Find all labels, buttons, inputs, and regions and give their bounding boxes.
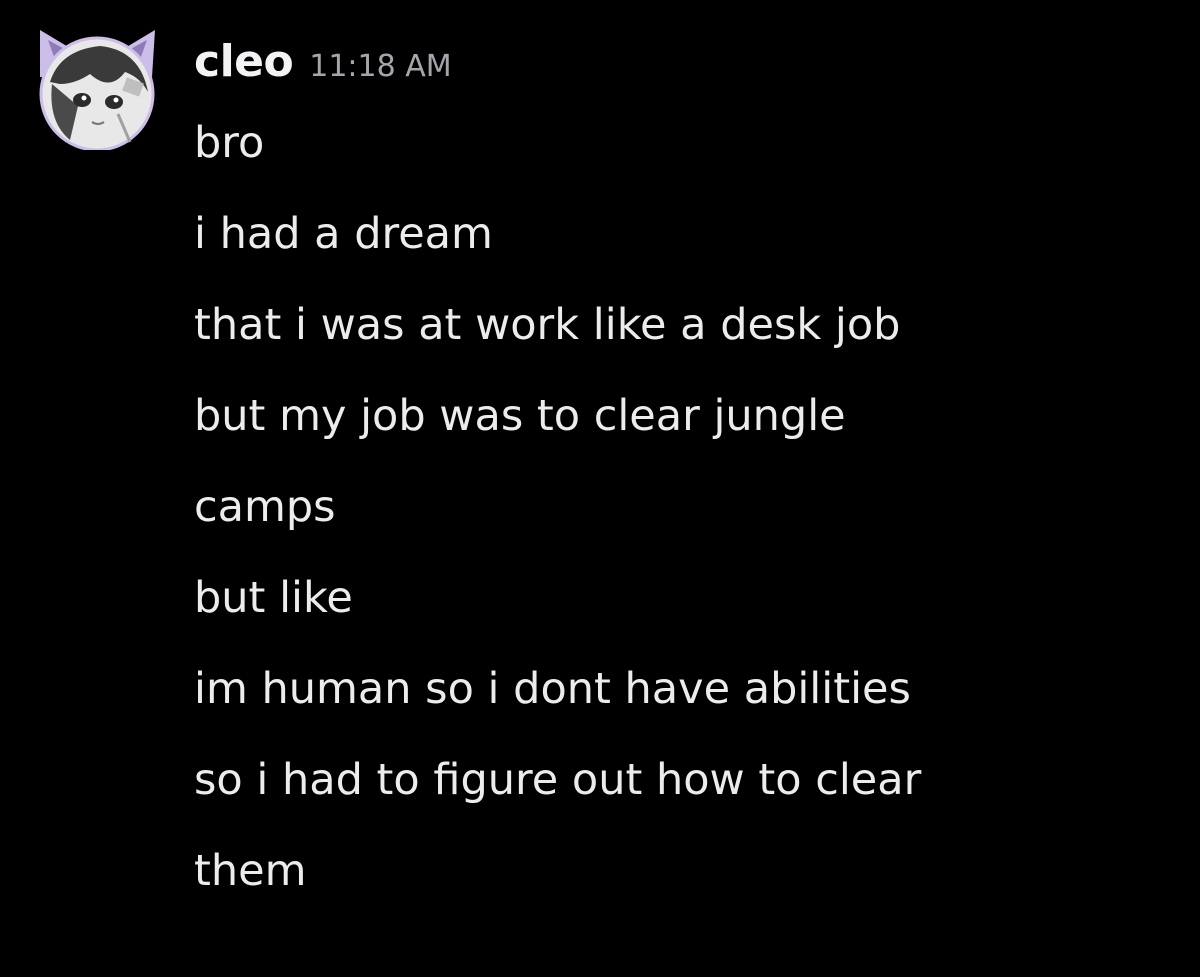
message-line: camps — [194, 482, 336, 532]
message-content: cleo 11:18 AM bro i had a dream that i w… — [194, 36, 1184, 917]
username[interactable]: cleo — [194, 36, 294, 87]
message-line: that i was at work like a desk job — [194, 300, 901, 350]
avatar[interactable] — [30, 22, 165, 150]
message-header: cleo 11:18 AM — [194, 36, 1184, 94]
message-line: so i had to figure out how to clear — [194, 755, 922, 805]
message-line: bro — [194, 118, 265, 168]
chat-message: cleo 11:18 AM bro i had a dream that i w… — [0, 0, 1200, 977]
message-line: but my job was to clear jungle — [194, 391, 846, 441]
message-line: im human so i dont have abilities — [194, 664, 911, 714]
message-lines: bro i had a dream that i was at work lik… — [194, 98, 1184, 917]
avatar-cat-ears-icon — [39, 30, 155, 150]
timestamp[interactable]: 11:18 AM — [309, 49, 451, 84]
message-line: i had a dream — [194, 209, 493, 259]
message-line: but like — [194, 573, 353, 623]
message-line: them — [194, 846, 307, 896]
